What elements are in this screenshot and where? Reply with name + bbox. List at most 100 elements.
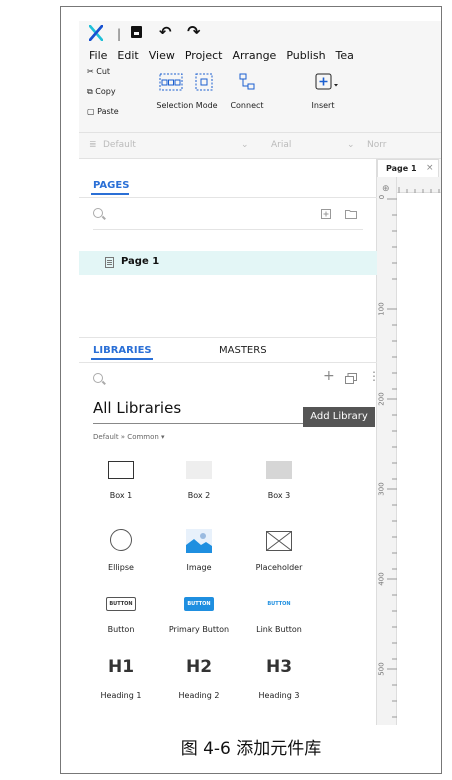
divider bbox=[93, 229, 363, 230]
widget-box-3[interactable]: Box 3 bbox=[239, 461, 319, 501]
menu-project[interactable]: Project bbox=[175, 47, 223, 65]
widget-label: Primary Button bbox=[168, 625, 230, 634]
ruler-label-0: 0 bbox=[378, 194, 387, 200]
widget-heading-1[interactable]: H1 Heading 1 bbox=[81, 657, 161, 707]
widget-label: Image bbox=[186, 563, 212, 572]
vertical-ruler: 0 100 200 300 400 500 ⊕ bbox=[377, 159, 397, 725]
widget-label: Box 2 bbox=[187, 491, 211, 500]
widget-button[interactable]: BUTTON Button bbox=[81, 597, 161, 637]
chevron-down-icon: ⌄ bbox=[347, 140, 355, 150]
heading-3-icon: H3 bbox=[265, 657, 293, 677]
ruler-label-500: 500 bbox=[377, 662, 386, 676]
masters-tab[interactable]: MASTERS bbox=[219, 345, 267, 356]
menu-file[interactable]: File bbox=[79, 47, 107, 65]
widget-label: Link Button bbox=[256, 625, 302, 634]
widget-label: Box 1 bbox=[109, 491, 133, 500]
paste-button[interactable]: ▢ Paste bbox=[87, 107, 119, 116]
widget-placeholder[interactable]: Placeholder bbox=[239, 529, 319, 575]
folder-icon[interactable] bbox=[345, 209, 357, 219]
format-bar: ≣ Default ⌄ Arial ⌄ Norr bbox=[79, 133, 441, 159]
placeholder-icon bbox=[266, 531, 292, 551]
left-panel bbox=[79, 159, 377, 725]
paste-label: Paste bbox=[97, 107, 119, 116]
page-list-item[interactable]: Page 1 bbox=[79, 251, 377, 275]
widget-heading-3[interactable]: H3 Heading 3 bbox=[239, 657, 319, 707]
chevron-down-icon: ⌄ bbox=[241, 140, 249, 150]
pages-tab-underline bbox=[91, 193, 129, 195]
libraries-tab-underline bbox=[91, 358, 153, 360]
menu-edit[interactable]: Edit bbox=[107, 47, 138, 65]
widget-link-button[interactable]: BUTTON Link Button bbox=[239, 597, 319, 637]
ruler-label-400: 400 bbox=[377, 572, 386, 586]
selection-contain-icon[interactable] bbox=[195, 73, 213, 91]
widget-box-2[interactable]: Box 2 bbox=[159, 461, 239, 501]
undo-icon[interactable]: ↶ bbox=[159, 23, 172, 41]
ribbon: ✂ Cut ⧉ Copy ▢ Paste Selection Mode Conn… bbox=[79, 65, 441, 133]
menu-arrange[interactable]: Arrange bbox=[222, 47, 276, 65]
search-icon[interactable] bbox=[93, 208, 103, 218]
widget-heading-2[interactable]: H2 Heading 2 bbox=[159, 657, 239, 707]
title-bar: | ↶ ↷ bbox=[79, 21, 441, 47]
axure-app-window: | ↶ ↷ File Edit View Project Arrange Pub… bbox=[79, 21, 441, 725]
redo-icon[interactable]: ↷ bbox=[187, 22, 200, 41]
paste-icon: ▢ bbox=[87, 107, 95, 116]
library-search-icon[interactable] bbox=[93, 373, 103, 383]
library-breadcrumb[interactable]: Default » Common ▾ bbox=[93, 433, 165, 441]
library-dropdown[interactable]: All Libraries bbox=[93, 399, 181, 417]
connect-icon[interactable] bbox=[239, 73, 255, 91]
pages-tab[interactable]: PAGES bbox=[93, 180, 129, 191]
menu-view[interactable]: View bbox=[139, 47, 175, 65]
design-canvas[interactable] bbox=[397, 177, 441, 725]
insert-plus-icon[interactable] bbox=[315, 73, 339, 91]
menu-team[interactable]: Tea bbox=[326, 47, 354, 65]
save-icon[interactable] bbox=[131, 26, 142, 38]
app-logo-icon bbox=[89, 25, 103, 41]
widget-image[interactable]: Image bbox=[159, 529, 239, 575]
widget-box-1[interactable]: Box 1 bbox=[81, 461, 161, 501]
widget-label: Ellipse bbox=[108, 563, 134, 572]
image-icon bbox=[186, 529, 212, 553]
add-library-tooltip: Add Library bbox=[303, 407, 375, 427]
tab-page-1[interactable]: Page 1 × bbox=[377, 159, 439, 177]
toolbar-separator: | bbox=[117, 27, 122, 41]
connect-label[interactable]: Connect bbox=[229, 101, 265, 110]
widget-label: Box 3 bbox=[267, 491, 291, 500]
box-outline-icon bbox=[108, 461, 134, 479]
insert-label[interactable]: Insert bbox=[305, 101, 341, 110]
style-dropdown[interactable]: Default bbox=[103, 140, 136, 150]
close-icon[interactable]: × bbox=[426, 163, 434, 173]
tab-label: Page 1 bbox=[386, 164, 417, 173]
libraries-tab[interactable]: LIBRARIES bbox=[93, 345, 152, 356]
selection-intersect-icon[interactable] bbox=[159, 73, 183, 91]
cut-label: Cut bbox=[96, 67, 111, 76]
figure-caption: 图 4-6 添加元件库 bbox=[180, 739, 322, 759]
primary-button-icon: BUTTON bbox=[184, 597, 214, 611]
widget-primary-button[interactable]: BUTTON Primary Button bbox=[159, 597, 239, 637]
copy-button[interactable]: ⧉ Copy bbox=[87, 87, 116, 97]
style-icon: ≣ bbox=[89, 140, 97, 150]
page-list-item-label: Page 1 bbox=[121, 256, 160, 267]
weight-dropdown[interactable]: Norr bbox=[367, 140, 386, 150]
cut-button[interactable]: ✂ Cut bbox=[87, 67, 110, 76]
widget-label: Button bbox=[107, 625, 135, 634]
heading-2-icon: H2 bbox=[185, 657, 213, 677]
ellipse-icon bbox=[110, 529, 132, 551]
ruler-label-300: 300 bbox=[377, 482, 386, 496]
widget-ellipse[interactable]: Ellipse bbox=[81, 529, 161, 575]
scissors-icon: ✂ bbox=[87, 67, 94, 76]
menu-publish[interactable]: Publish bbox=[276, 47, 325, 65]
copy-library-icon[interactable] bbox=[345, 373, 357, 384]
add-folder-icon[interactable] bbox=[321, 209, 331, 219]
font-dropdown[interactable]: Arial bbox=[271, 140, 291, 150]
copy-label: Copy bbox=[95, 87, 116, 96]
horizontal-ruler bbox=[397, 177, 441, 193]
crosshair-icon: ⊕ bbox=[382, 184, 390, 194]
ruler-label-100: 100 bbox=[377, 302, 386, 316]
menu-bar: File Edit View Project Arrange Publish T… bbox=[79, 47, 441, 65]
copy-icon: ⧉ bbox=[87, 87, 93, 96]
heading-1-icon: H1 bbox=[107, 657, 135, 677]
box-dark-icon bbox=[266, 461, 292, 479]
ruler-ticks bbox=[387, 198, 397, 718]
selection-mode-label[interactable]: Selection Mode bbox=[155, 101, 219, 110]
add-library-icon[interactable]: + bbox=[323, 368, 335, 384]
